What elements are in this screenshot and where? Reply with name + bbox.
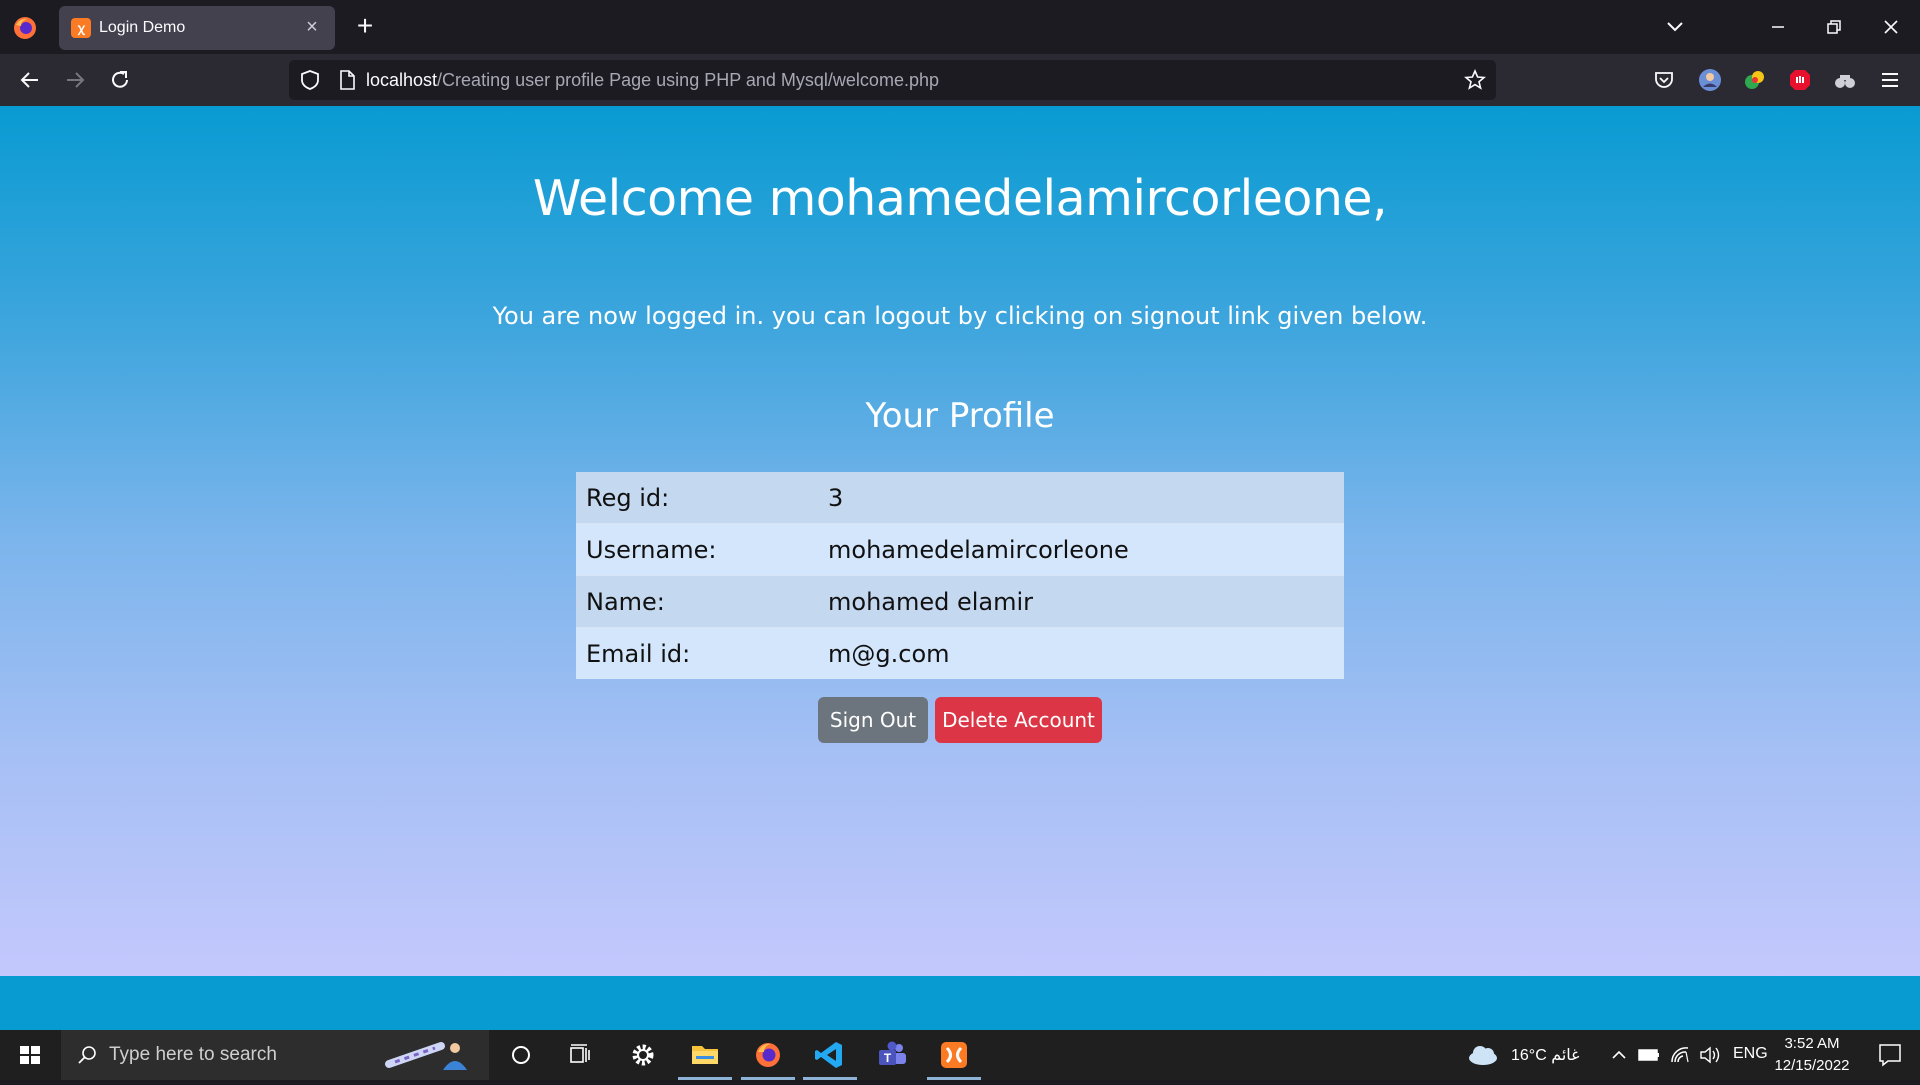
- wifi-icon[interactable]: [1666, 1030, 1694, 1080]
- delete-account-button[interactable]: Delete Account: [935, 697, 1102, 743]
- cortana-icon[interactable]: [490, 1030, 552, 1080]
- battery-icon[interactable]: [1635, 1030, 1663, 1080]
- teams-icon[interactable]: T: [861, 1030, 923, 1080]
- clock-time: 3:52 AM: [1784, 1035, 1840, 1052]
- extension-colorful-icon[interactable]: [1742, 67, 1768, 93]
- username-label: Username:: [576, 523, 818, 576]
- reload-icon[interactable]: [103, 63, 137, 97]
- page-info-icon[interactable]: [335, 68, 359, 92]
- windows-taskbar: Type here to search T 16°C غائم ENG 3:52…: [0, 1030, 1920, 1080]
- input-language[interactable]: ENG: [1733, 1045, 1768, 1063]
- vscode-icon: [815, 1042, 842, 1068]
- search-highlight-illustration-icon: [385, 1042, 467, 1070]
- tab-login-demo[interactable]: ꭓ Login Demo ×: [59, 6, 335, 50]
- email-value: m@g.com: [818, 627, 1344, 679]
- volume-icon[interactable]: [1696, 1030, 1724, 1080]
- notifications-icon[interactable]: [1866, 1030, 1914, 1080]
- close-tab-icon[interactable]: ×: [299, 14, 325, 40]
- table-row: Username: mohamedelamircorleone: [576, 523, 1344, 576]
- firefox-icon: [756, 1043, 780, 1067]
- windows-start-icon[interactable]: [0, 1030, 60, 1080]
- extensions-puzzle-icon[interactable]: [1832, 67, 1858, 93]
- xampp-icon: [941, 1042, 967, 1068]
- browser-tab-bar: ꭓ Login Demo × +: [0, 0, 1920, 54]
- xampp-taskbar-button[interactable]: [923, 1030, 985, 1080]
- table-row: Reg id: 3: [576, 472, 1344, 524]
- bookmark-star-icon[interactable]: [1462, 67, 1488, 93]
- folder-icon: [692, 1046, 718, 1064]
- address-bar[interactable]: localhost/Creating user profile Page usi…: [289, 60, 1496, 100]
- new-tab-button[interactable]: +: [348, 10, 382, 44]
- url-host: localhost: [366, 70, 438, 90]
- profile-table: Reg id: 3 Username: mohamedelamircorleon…: [576, 472, 1344, 679]
- weather-text[interactable]: 16°C غائم: [1511, 1045, 1580, 1065]
- minimize-icon[interactable]: [1760, 10, 1796, 44]
- table-row: Email id: m@g.com: [576, 627, 1344, 679]
- clock-date: 12/15/2022: [1774, 1057, 1850, 1074]
- list-all-tabs-icon[interactable]: [1657, 10, 1693, 44]
- search-icon: [78, 1046, 96, 1064]
- tracking-protection-shield-icon[interactable]: [297, 67, 323, 93]
- name-value: mohamed elamir: [818, 575, 1344, 628]
- adblock-extension-icon[interactable]: [1787, 67, 1813, 93]
- forward-arrow-icon[interactable]: [58, 63, 92, 97]
- search-placeholder: Type here to search: [109, 1044, 277, 1065]
- email-label: Email id:: [576, 627, 818, 679]
- username-value: mohamedelamircorleone: [818, 523, 1344, 576]
- reg-id-label: Reg id:: [576, 472, 818, 524]
- firefox-taskbar-button[interactable]: [737, 1030, 799, 1080]
- browser-nav-bar: localhost/Creating user profile Page usi…: [0, 54, 1920, 106]
- back-arrow-icon[interactable]: [13, 63, 47, 97]
- settings-gear-icon[interactable]: [612, 1030, 674, 1080]
- welcome-heading: Welcome mohamedelamircorleone,: [532, 170, 1388, 227]
- sign-out-button[interactable]: Sign Out: [818, 697, 928, 743]
- restore-icon[interactable]: [1816, 10, 1852, 44]
- taskbar-search-box[interactable]: Type here to search: [61, 1030, 489, 1080]
- logged-in-message: You are now logged in. you can logout by…: [492, 302, 1428, 330]
- xampp-favicon-icon: ꭓ: [71, 18, 91, 38]
- url-text[interactable]: localhost/Creating user profile Page usi…: [366, 70, 939, 91]
- page-content: Welcome mohamedelamircorleone, You are n…: [0, 106, 1920, 976]
- page-footer-band: [0, 976, 1920, 1030]
- vscode-taskbar-button[interactable]: [799, 1030, 861, 1080]
- reg-id-value: 3: [818, 472, 1344, 524]
- taskbar-clock[interactable]: 3:52 AM 12/15/2022: [1764, 1033, 1860, 1077]
- table-row: Name: mohamed elamir: [576, 575, 1344, 628]
- firefox-menu-icon[interactable]: [12, 15, 38, 41]
- svg-text:T: T: [884, 1051, 892, 1065]
- show-hidden-icons-chevron-icon[interactable]: [1606, 1030, 1632, 1080]
- hamburger-menu-icon[interactable]: [1877, 67, 1903, 93]
- task-view-icon[interactable]: [549, 1030, 611, 1080]
- file-explorer-taskbar-button[interactable]: [674, 1030, 736, 1080]
- close-window-icon[interactable]: [1873, 10, 1909, 44]
- account-avatar-icon[interactable]: [1697, 67, 1723, 93]
- profile-heading: Your Profile: [865, 396, 1055, 436]
- url-path: /Creating user profile Page using PHP an…: [437, 70, 939, 90]
- name-label: Name:: [576, 575, 818, 628]
- tab-title: Login Demo: [99, 19, 186, 36]
- pocket-icon[interactable]: [1651, 67, 1677, 93]
- weather-cloud-icon[interactable]: [1466, 1030, 1500, 1080]
